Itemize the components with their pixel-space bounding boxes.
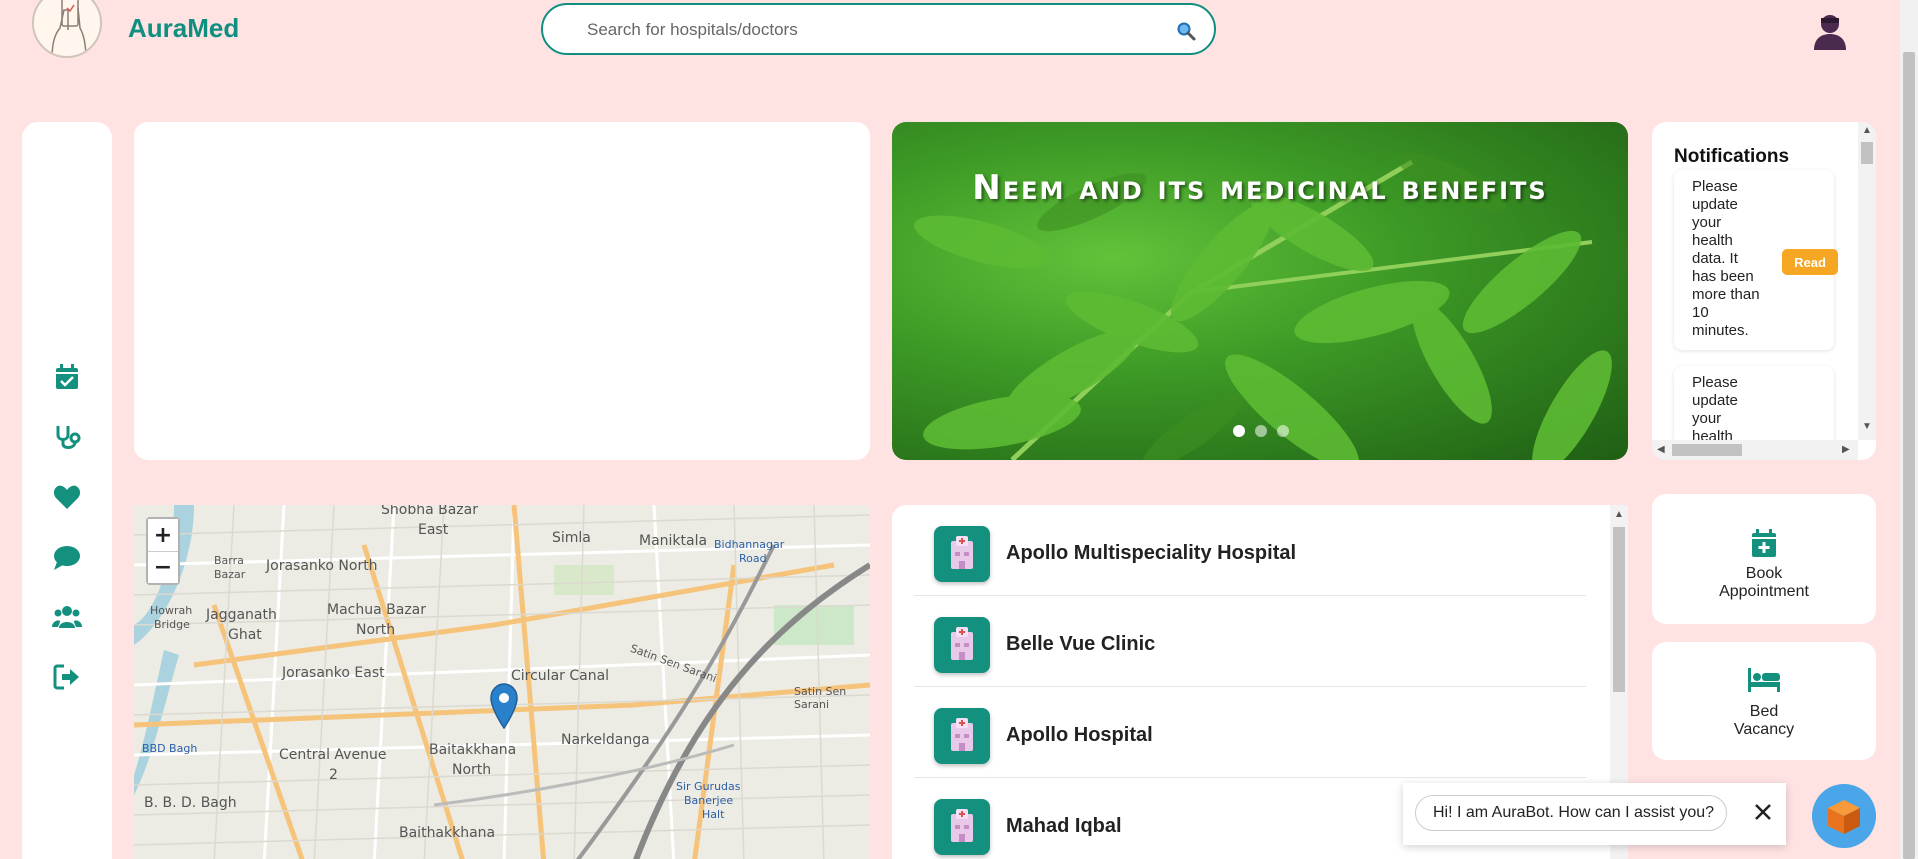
map-label: 2 [329,767,338,783]
notification-item: Please update your health data. It has b… [1674,170,1838,350]
hospital-map[interactable]: Shobha Bazar East Jorasanko North Barra … [134,505,870,859]
stethoscope-icon[interactable] [52,422,82,452]
hospital-building-icon [934,708,990,764]
map-label: Baithakkhana [399,825,496,841]
hospital-name: Apollo Hospital [1006,724,1153,746]
blank-card [134,122,870,460]
users-group-icon[interactable] [52,602,82,632]
chatbot-cube-icon [1828,800,1860,834]
book-appointment-label-line2: Appointment [1719,583,1809,600]
heart-icon[interactable] [52,482,82,512]
scroll-thumb[interactable] [1903,52,1915,859]
map-label: North [356,622,396,638]
map-label: Howrah [150,604,193,617]
scroll-right-arrow-icon[interactable]: ▶ [1842,445,1850,455]
map-label: Shobha Bazar [381,505,478,518]
notification-item: Please update your health [1674,366,1834,446]
carousel-dot-3[interactable] [1277,425,1289,437]
map-label: Narkeldanga [561,732,650,748]
map-label: Jorasanko North [266,558,378,574]
health-tips-carousel[interactable]: Neem and its medicinal benefits [892,122,1628,460]
calendar-plus-icon [1752,529,1776,557]
logout-icon[interactable] [52,662,82,692]
scroll-up-arrow-icon[interactable]: ▲ [1614,510,1624,520]
bed-vacancy-label-line1: Bed [1749,703,1779,720]
map-zoom-control: + − [146,517,180,585]
search-input[interactable] [587,17,1147,43]
map-label: Maniktala [639,533,708,549]
map-label: Jorasanko East [282,665,385,681]
scroll-down-arrow-icon[interactable]: ▼ [1862,422,1872,432]
book-appointment-label-line1: Book [1745,565,1783,582]
search-bar[interactable] [541,3,1216,55]
close-icon[interactable] [1749,798,1777,826]
brand-name: AuraMed [128,13,240,43]
map-label: Bazar [214,568,246,581]
map-label: Barra [214,554,244,567]
hospital-building-icon [934,799,990,855]
search-icon[interactable] [1176,21,1196,41]
map-label: Simla [552,530,591,546]
zoom-out-button[interactable]: − [148,551,178,583]
zoom-in-button[interactable]: + [148,519,178,551]
notifications-horizontal-scrollbar[interactable]: ◀ ▶ [1652,440,1858,460]
map-location-pin-icon[interactable] [489,683,519,729]
hospital-building-icon [934,526,990,582]
page-scrollbar[interactable] [1900,0,1918,859]
map-label: Bidhannagar [714,538,785,551]
scroll-thumb[interactable] [1672,444,1742,456]
map-label: Machua Bazar [327,602,426,618]
book-appointment-card[interactable]: Book Appointment [1652,494,1876,624]
map-label: Jagganath [206,607,277,623]
map-label: Circular Canal [511,668,610,684]
hospital-name: Apollo Multispeciality Hospital [1006,542,1297,564]
sidebar [22,122,112,859]
map-label: Road [739,552,767,565]
chatbot-message: Hi! I am AuraBot. How can I assist you? [1415,795,1727,831]
bed-vacancy-label-line2: Vacancy [1733,721,1795,738]
notifications-panel: Notifications Please update your health … [1652,122,1876,460]
map-label: Sir Gurudas [676,780,741,793]
carousel-title: Neem and its medicinal benefits [972,168,1548,208]
notifications-title: Notifications [1674,146,1790,167]
notifications-vertical-scrollbar[interactable]: ▲ ▼ [1858,122,1876,440]
scroll-thumb[interactable] [1861,142,1873,164]
auramed-logo[interactable] [32,0,102,58]
hospital-name: Belle Vue Clinic [1006,633,1156,655]
map-label: Banerjee [684,794,734,807]
hospital-name: Mahad Iqbal [1006,815,1122,837]
map-label: North [452,762,492,778]
hospital-building-icon [934,617,990,673]
map-label: East [418,522,449,538]
scroll-left-arrow-icon[interactable]: ◀ [1657,445,1665,455]
chatbot-popup: Hi! I am AuraBot. How can I assist you? [1403,783,1786,845]
map-label: Halt [702,808,725,821]
carousel-dot-1[interactable] [1233,425,1245,437]
map-label: Central Avenue [279,747,387,763]
user-avatar-icon[interactable] [1808,10,1852,54]
bed-icon [1748,668,1780,692]
scroll-thumb[interactable] [1613,527,1625,692]
read-button[interactable]: Read [1782,249,1838,275]
calendar-check-icon[interactable] [52,362,82,392]
bed-vacancy-card[interactable]: Bed Vacancy [1652,642,1876,760]
notification-text: Please update your health [1692,374,1738,445]
map-label: B. B. D. Bagh [144,795,237,811]
hospital-list-item[interactable]: Apollo Multispeciality Hospital [914,505,1586,596]
chatbot-toggle-button[interactable] [1812,784,1876,848]
notification-text: Please update your health data. It has b… [1692,178,1760,339]
scroll-up-arrow-icon[interactable]: ▲ [1862,126,1872,136]
map-label: Satin Sen Sarani [794,685,847,711]
map-label: BBD Bagh [142,742,198,755]
carousel-dot-2[interactable] [1255,425,1267,437]
hospital-list-item[interactable]: Belle Vue Clinic [914,596,1586,687]
top-header: AuraMed [0,0,1900,60]
map-label: Ghat [228,627,262,643]
hospital-list-item[interactable]: Apollo Hospital [914,687,1586,778]
chat-icon[interactable] [52,542,82,572]
map-label: Bridge [154,618,190,631]
logo-hand-phone-icon [51,0,87,56]
map-label: Baitakkhana [429,742,517,758]
